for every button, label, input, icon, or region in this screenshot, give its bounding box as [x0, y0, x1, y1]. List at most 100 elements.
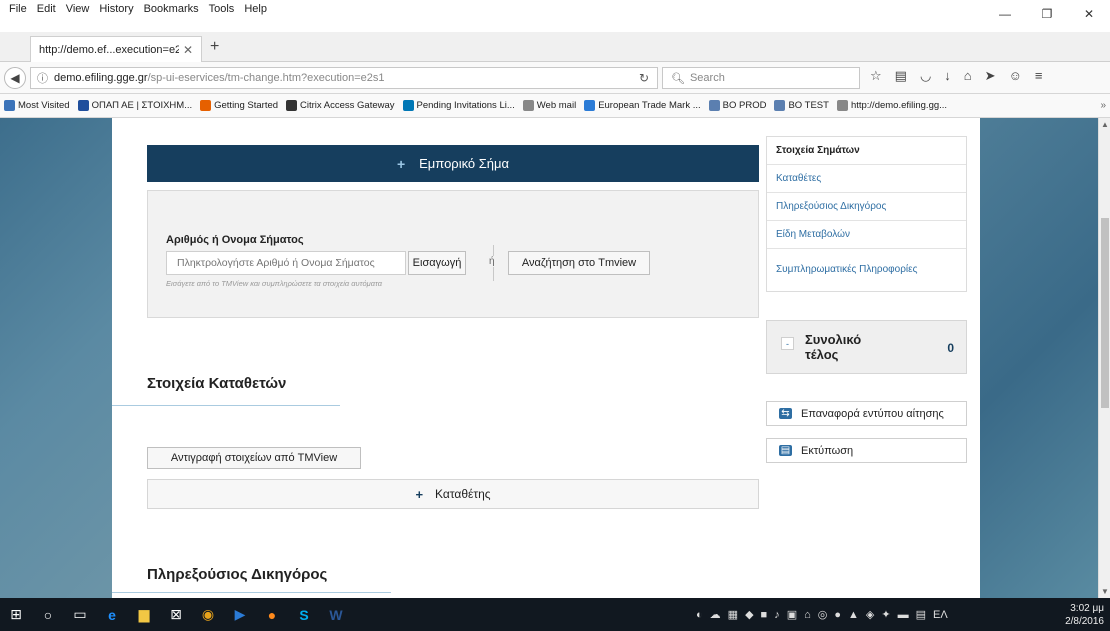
print-label: Εκτύπωση [801, 444, 854, 457]
page: + Εμπορικό Σήμα Αριθμός ή Ονομα Σήματος … [112, 118, 980, 598]
tray-icon[interactable]: ☁ [710, 608, 721, 621]
bookmark-label: Getting Started [214, 100, 279, 111]
tray-icon[interactable]: ▦ [728, 608, 738, 621]
task-view-icon[interactable]: ▭ [64, 598, 96, 631]
reset-form-button[interactable]: ⇆ Επαναφορά εντύπου αίτησης [766, 401, 967, 426]
tray-icon[interactable]: ▣ [787, 608, 797, 621]
bookmark-item[interactable]: Web mail [522, 100, 576, 111]
collapse-icon[interactable]: - [781, 337, 794, 350]
menu-bookmarks[interactable]: Bookmarks [139, 3, 204, 15]
menu-tools[interactable]: Tools [204, 3, 240, 15]
bookmark-item[interactable]: BO PROD [708, 100, 766, 111]
page-scrollbar[interactable]: ▲ ▼ [1098, 118, 1110, 598]
menu-view[interactable]: View [61, 3, 95, 15]
tray-icon[interactable]: ◆ [745, 608, 753, 621]
tray-icon[interactable]: ● [834, 609, 841, 621]
tmview-search-button[interactable]: Αναζήτηση στο Tmview [508, 251, 650, 275]
tray-icon[interactable]: ■ [761, 609, 768, 621]
attorney-section-title: Πληρεξούσιος Δικηγόρος [147, 566, 328, 583]
restore-button[interactable]: ❐ [1026, 0, 1068, 28]
plus-icon: + [396, 155, 406, 172]
send-icon[interactable]: ➤ [985, 68, 996, 84]
reading-list-icon[interactable]: ▤ [895, 68, 907, 84]
reload-icon[interactable]: ↻ [639, 71, 649, 85]
bookmarks-overflow-icon[interactable]: » [1100, 100, 1106, 111]
menu-help[interactable]: Help [239, 3, 272, 15]
search-icon[interactable]: ○ [32, 598, 64, 631]
url-bar[interactable]: ⓘ demo.efiling.gge.gr /sp-ui-eservices/t… [30, 67, 658, 89]
emoji-icon[interactable]: ☺ [1009, 68, 1022, 84]
notification-icon[interactable]: ▤ [916, 608, 926, 621]
minimize-button[interactable]: — [984, 0, 1026, 28]
system-tray: ◐ ☁ ▦ ◆ ■ ♪ ▣ ⌂ ◎ ● ▲ ◈ ✦ ▬ ▤ ΕΛ [696, 598, 948, 631]
add-applicant-bar[interactable]: + Καταθέτης [147, 479, 759, 509]
total-fee-value: 0 [947, 341, 954, 355]
bookmark-label: ΟΠΑΠ ΑΕ | ΣΤΟΙΧΗΜ... [91, 100, 193, 111]
pocket-icon[interactable]: ◡ [920, 68, 931, 84]
close-window-button[interactable]: ✕ [1068, 0, 1110, 28]
tray-icon[interactable]: ▬ [898, 609, 909, 621]
bookmarks-bar: Most Visited ΟΠΑΠ ΑΕ | ΣΤΟΙΧΗΜ... Getting … [0, 94, 1110, 118]
menu-edit[interactable]: Edit [32, 3, 61, 15]
bookmark-star-icon[interactable]: ☆ [870, 68, 882, 84]
bookmark-item[interactable]: Citrix Access Gateway [286, 100, 395, 111]
media-icon[interactable]: ▶ [224, 598, 256, 631]
skype-icon[interactable]: S [288, 598, 320, 631]
close-tab-icon[interactable]: ✕ [183, 43, 193, 57]
network-icon[interactable]: ⌂ [804, 609, 811, 621]
chrome-icon[interactable]: ◉ [192, 598, 224, 631]
print-button[interactable]: ▤ Εκτύπωση [766, 438, 967, 463]
tray-icon[interactable]: ◈ [866, 608, 874, 621]
volume-icon[interactable]: ♪ [774, 609, 780, 621]
add-applicant-label: Καταθέτης [435, 487, 491, 501]
bookmark-item[interactable]: European Trade Mark ... [584, 100, 701, 111]
applicants-section-title: Στοιχεία Καταθετών [147, 375, 287, 392]
info-icon[interactable]: ⓘ [37, 70, 48, 86]
copy-from-tmview-button[interactable]: Αντιγραφή στοιχείων από TMView [147, 447, 361, 469]
trademark-search-input[interactable] [166, 251, 406, 275]
bookmark-item[interactable]: Pending Invitations Li... [402, 100, 515, 111]
tray-icon[interactable]: ◐ [696, 609, 703, 621]
edge-icon[interactable]: e [96, 598, 128, 631]
home-icon[interactable]: ⌂ [964, 68, 972, 84]
bookmark-label: European Trade Mark ... [598, 100, 701, 111]
url-path: /sp-ui-eservices/tm-change.htm?execution… [147, 72, 385, 84]
scroll-down-icon[interactable]: ▼ [1101, 587, 1109, 596]
bookmark-item[interactable]: Most Visited [4, 100, 70, 111]
bookmark-item[interactable]: BO TEST [774, 100, 829, 111]
bookmark-item[interactable]: http://demo.efiling.gg... [836, 100, 947, 111]
download-icon[interactable]: ↓ [944, 68, 951, 84]
language-indicator[interactable]: ΕΛ [933, 609, 948, 621]
back-button[interactable]: ◀ [4, 66, 26, 89]
taskbar-clock[interactable]: 3:02 μμ 2/8/2016 [1065, 602, 1104, 628]
sidebar-item-additional-info[interactable]: Συμπληρωματικές Πληροφορίες [767, 249, 966, 291]
bookmark-label: Citrix Access Gateway [300, 100, 395, 111]
total-fee-box: - Συνολικό τέλος 0 [766, 320, 967, 374]
scroll-up-icon[interactable]: ▲ [1101, 120, 1109, 129]
browser-tab[interactable]: http://demo.ef...execution=e2s1 ✕ [30, 36, 202, 62]
menu-history[interactable]: History [94, 3, 138, 15]
sidebar-item-applicants[interactable]: Καταθέτες [767, 165, 966, 193]
store-icon[interactable]: ⊠ [160, 598, 192, 631]
tray-icon[interactable]: ◎ [818, 608, 828, 621]
bookmark-item[interactable]: Getting Started [200, 100, 278, 111]
hamburger-menu-icon[interactable]: ≡ [1035, 68, 1043, 84]
menu-bar: File Edit View History Bookmarks Tools H… [0, 0, 1110, 32]
firefox-icon[interactable]: ● [256, 598, 288, 631]
trademark-header-bar[interactable]: + Εμπορικό Σήμα [147, 145, 759, 182]
tray-icon[interactable]: ▲ [848, 609, 859, 621]
bookmark-favicon-icon [286, 100, 298, 111]
file-explorer-icon[interactable]: ▆ [128, 598, 160, 631]
trademark-search-label: Αριθμός ή Ονομα Σήματος [166, 234, 304, 246]
sidebar-item-change-types[interactable]: Είδη Μεταβολών [767, 221, 966, 249]
insert-button[interactable]: Εισαγωγή [408, 251, 466, 275]
sidebar-item-attorney[interactable]: Πληρεξούσιος Δικηγόρος [767, 193, 966, 221]
word-icon[interactable]: W [320, 598, 352, 631]
menu-file[interactable]: File [4, 3, 32, 15]
bookmark-item[interactable]: ΟΠΑΠ ΑΕ | ΣΤΟΙΧΗΜ... [77, 100, 193, 111]
start-icon[interactable]: ⊞ [0, 598, 32, 631]
scrollbar-thumb[interactable] [1101, 218, 1109, 408]
tray-icon[interactable]: ✦ [881, 608, 890, 621]
new-tab-button[interactable]: + [210, 38, 219, 56]
search-input[interactable]: 🔍︎ Search [662, 67, 860, 89]
